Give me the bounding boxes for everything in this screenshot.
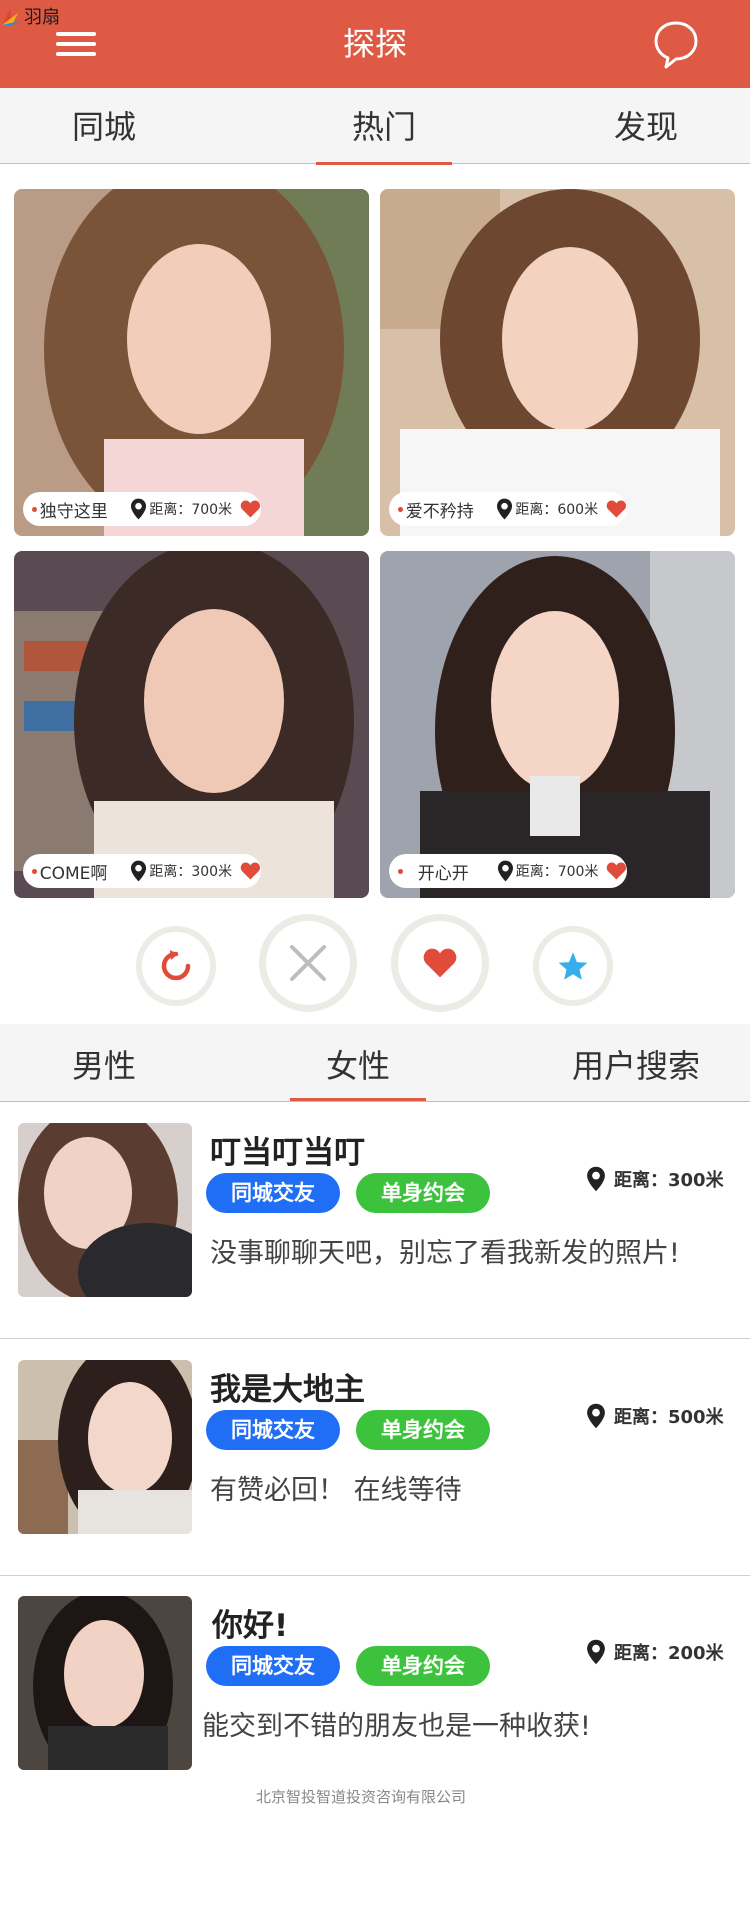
location-pin-icon [497,498,513,520]
tab-label: 同城 [72,108,137,146]
gender-tabbar: 男性 女性 用户搜索 [0,1024,750,1102]
card-nickname: 爱不矜持 [405,501,474,522]
app-header: 探探 [0,0,750,88]
card-nickname: 开心开 [417,863,469,884]
avatar [18,1596,192,1770]
tab-label: 男性 [72,1047,137,1085]
user-distance: 距离：500米 [586,1400,724,1432]
tab-female[interactable]: 女性 [290,1024,427,1101]
user-name: 你好! [212,1608,289,1644]
tab-label: 热门 [352,108,417,146]
tab-label: 发现 [614,108,679,146]
location-pin-icon [587,1403,605,1429]
distance-text: 距离：200米 [614,1643,724,1664]
page-title: 探探 [342,25,407,63]
card-distance: 距离：300米 [149,864,233,880]
tab-user-search[interactable]: 用户搜索 [572,1024,700,1100]
user-list-item[interactable]: 叮当叮当叮 同城交友 单身约会 距离：300米 没事聊聊天吧，别忘了看我新发的照… [0,1103,750,1339]
user-name: 我是大地主 [210,1372,365,1408]
tab-same-city[interactable]: 同城 [72,88,136,164]
tag-single-date: 单身约会 [356,1410,490,1450]
online-dot [398,506,403,512]
avatar [18,1360,192,1534]
profile-card[interactable]: 独守这里 距离：700米 [14,189,369,536]
location-pin-icon [131,860,147,882]
tab-label: 用户搜索 [572,1047,701,1085]
card-nickname: 独守这里 [39,501,108,522]
like-button[interactable] [391,914,489,1012]
pass-button[interactable] [259,914,357,1012]
heart-icon[interactable] [606,499,627,519]
distance-text: 距离：300米 [614,1170,724,1191]
profile-card[interactable]: COME啊 距离：300米 [14,551,369,898]
refresh-icon [161,950,191,981]
user-list-item[interactable]: 我是大地主 同城交友 单身约会 距离：500米 有赞必回！ 在线等待 [0,1340,750,1576]
super-like-button[interactable] [533,926,613,1006]
company-footer: 北京智投智道投资咨询有限公司 [255,1788,466,1806]
card-nickname: COME啊 [39,863,108,884]
card-distance: 距离：700米 [149,502,233,518]
user-bio: 没事聊聊天吧，别忘了看我新发的照片! [210,1238,680,1269]
tab-label: 女性 [326,1047,391,1085]
active-tab-indicator [290,1098,427,1101]
fan-logo-icon [2,9,20,25]
location-pin-icon [587,1166,605,1192]
tag-same-city: 同城交友 [206,1410,340,1450]
card-info-pill: COME啊 距离：300米 [23,854,261,888]
watermark-text: 羽扇 [24,7,60,28]
tag-single-date: 单身约会 [356,1173,490,1213]
user-distance: 距离：200米 [586,1636,724,1668]
undo-button[interactable] [136,926,216,1006]
profile-photo [380,551,735,898]
card-info-pill: 开心开 距离：700米 [389,854,627,888]
location-pin-icon [587,1639,605,1665]
online-dot [32,506,37,512]
card-info-pill: 爱不矜持 距离：600米 [389,492,627,526]
avatar [18,1123,192,1297]
tab-popular[interactable]: 热门 [316,88,453,165]
heart-icon [423,948,457,978]
card-distance: 距离：600米 [515,502,599,518]
user-bio: 有赞必回！ 在线等待 [210,1475,462,1506]
card-info-pill: 独守这里 距离：700米 [23,492,261,526]
user-distance: 距离：300米 [586,1163,724,1195]
user-list-item[interactable]: 你好! 同城交友 单身约会 距离：200米 能交到不错的朋友也是一种收获! [0,1576,750,1812]
online-dot [32,868,37,874]
profile-card[interactable]: 爱不矜持 距离：600米 [380,189,735,536]
chat-bubble-icon [654,21,698,69]
heart-icon[interactable] [240,499,261,519]
tab-male[interactable]: 男性 [72,1024,136,1100]
tab-discover[interactable]: 发现 [614,88,678,164]
top-tabbar: 同城 热门 发现 [0,88,750,165]
user-bio: 能交到不错的朋友也是一种收获! [202,1711,591,1742]
tag-single-date: 单身约会 [356,1646,490,1686]
watermark: 羽扇 [0,4,60,28]
active-tab-indicator [316,162,453,165]
profile-photo [14,551,369,898]
chat-bubble-button[interactable] [652,20,700,70]
card-distance: 距离：700米 [515,864,599,880]
distance-text: 距离：500米 [614,1407,724,1428]
profile-card[interactable]: 开心开 距离：700米 [380,551,735,898]
heart-icon[interactable] [606,861,627,881]
location-pin-icon [131,498,147,520]
tag-same-city: 同城交友 [206,1173,340,1213]
location-pin-icon [497,860,513,882]
profile-photo [380,189,735,536]
profile-photo [14,189,369,536]
close-icon [290,945,326,981]
user-name: 叮当叮当叮 [210,1135,365,1171]
star-icon [558,952,588,980]
tag-same-city: 同城交友 [206,1646,340,1686]
heart-icon[interactable] [240,861,261,881]
online-dot [398,868,403,874]
